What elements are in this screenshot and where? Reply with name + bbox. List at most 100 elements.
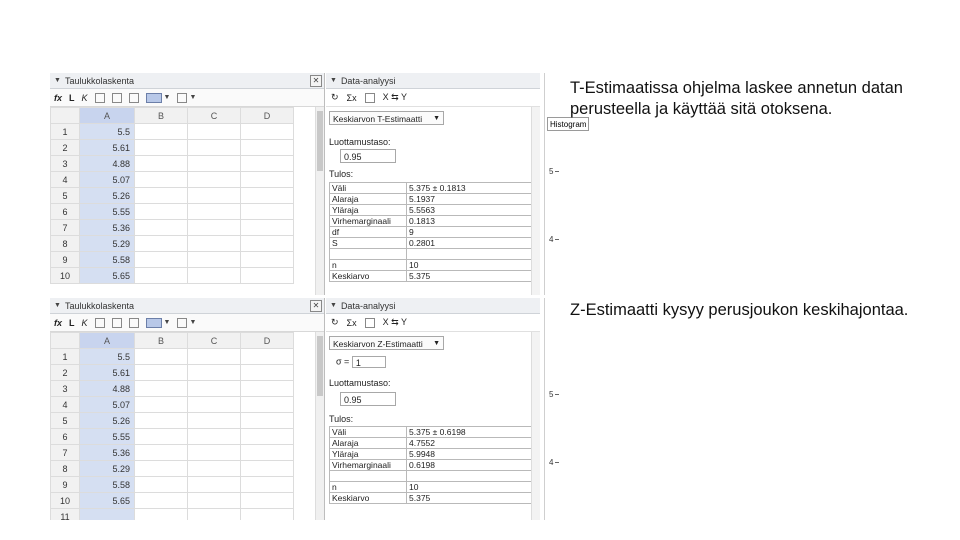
cell-a[interactable]: 4.88	[79, 380, 135, 397]
cell[interactable]	[134, 187, 188, 204]
collapse-triangle-icon[interactable]: ▼	[330, 302, 337, 309]
cell[interactable]	[134, 380, 188, 397]
spreadsheet-grid[interactable]: A B C D 1 5.5 2 5.61 3 4.88 4 5.07 5 5.26 6 5.…	[50, 332, 294, 520]
refresh-icon[interactable]: ↻	[331, 317, 339, 328]
spreadsheet-scrollbar[interactable]	[315, 107, 324, 295]
column-header[interactable]: D	[240, 332, 294, 349]
cell[interactable]	[134, 203, 188, 220]
cell[interactable]	[134, 492, 188, 509]
spreadsheet-grid[interactable]: A B C D 1 5.5 2 5.61 3 4.88 4 5.07 5 5.26 6 5.…	[50, 107, 294, 284]
row-header[interactable]: 10	[50, 267, 80, 284]
data-analysis-titlebar[interactable]: ▼ Data-analyysi	[326, 298, 540, 314]
close-icon[interactable]: ✕	[310, 300, 322, 312]
cell-a[interactable]: 5.5	[79, 123, 135, 140]
cell[interactable]	[187, 412, 241, 429]
row-header[interactable]: 2	[50, 139, 80, 156]
cell[interactable]	[187, 219, 241, 236]
row-header[interactable]: 7	[50, 219, 80, 236]
cell[interactable]	[187, 476, 241, 493]
cell-a[interactable]: 5.36	[79, 219, 135, 236]
swap-xy-button[interactable]: X ⇆ Y	[383, 92, 407, 103]
cell[interactable]	[240, 235, 294, 252]
cell-a[interactable]: 5.26	[79, 187, 135, 204]
cell[interactable]	[240, 219, 294, 236]
sigma-input[interactable]: 1	[351, 356, 386, 368]
spreadsheet-titlebar[interactable]: ▼ Taulukkolaskenta	[50, 73, 324, 89]
data-analysis-scrollbar[interactable]	[531, 332, 540, 520]
cell[interactable]	[240, 444, 294, 461]
scroll-thumb[interactable]	[317, 111, 323, 171]
cell[interactable]	[187, 251, 241, 268]
cell-a[interactable]: 5.5	[79, 348, 135, 365]
cell-a[interactable]: 5.55	[79, 428, 135, 445]
column-header[interactable]: C	[187, 107, 241, 124]
cell-a[interactable]: 5.29	[79, 460, 135, 477]
cell[interactable]	[187, 444, 241, 461]
cell[interactable]	[134, 139, 188, 156]
cell[interactable]	[187, 267, 241, 284]
confidence-input[interactable]: 0.95	[340, 149, 396, 163]
row-header[interactable]: 4	[50, 171, 80, 188]
spreadsheet-scrollbar[interactable]	[315, 332, 324, 520]
cell[interactable]	[187, 492, 241, 509]
cell[interactable]	[187, 348, 241, 365]
align-center-icon[interactable]	[111, 317, 122, 328]
confidence-input[interactable]: 0.95	[340, 392, 396, 406]
statistics-button[interactable]: Σx	[347, 93, 357, 103]
collapse-triangle-icon[interactable]: ▼	[54, 302, 61, 309]
chevron-down-icon[interactable]: ▼	[189, 319, 196, 326]
align-left-icon[interactable]	[94, 92, 105, 103]
cell[interactable]	[187, 428, 241, 445]
swap-xy-button[interactable]: X ⇆ Y	[383, 317, 407, 328]
data-analysis-titlebar[interactable]: ▼ Data-analyysi	[326, 73, 540, 89]
data-table-icon[interactable]	[364, 92, 375, 103]
close-icon[interactable]: ✕	[310, 75, 322, 87]
row-header[interactable]: 5	[50, 412, 80, 429]
row-header[interactable]: 2	[50, 364, 80, 381]
cell-a[interactable]: 5.61	[79, 364, 135, 381]
row-header[interactable]: 6	[50, 428, 80, 445]
cell-a[interactable]: 5.07	[79, 396, 135, 413]
column-header[interactable]: D	[240, 107, 294, 124]
cell[interactable]	[134, 444, 188, 461]
cell[interactable]	[134, 428, 188, 445]
cell[interactable]	[240, 380, 294, 397]
border-icon[interactable]	[177, 317, 188, 328]
cell[interactable]	[134, 476, 188, 493]
column-header[interactable]: B	[134, 332, 188, 349]
italic-button[interactable]: K	[82, 318, 88, 328]
cell-a[interactable]: 5.65	[79, 492, 135, 509]
cell[interactable]	[240, 267, 294, 284]
row-header[interactable]: 5	[50, 187, 80, 204]
cell[interactable]	[187, 460, 241, 477]
background-color-icon[interactable]	[145, 317, 162, 328]
row-header[interactable]: 1	[50, 348, 80, 365]
cell[interactable]	[187, 171, 241, 188]
cell[interactable]	[187, 123, 241, 140]
cell[interactable]	[240, 171, 294, 188]
method-select[interactable]: Keskiarvon Z-Estimaatti ▼	[329, 336, 444, 350]
align-left-icon[interactable]	[94, 317, 105, 328]
cell[interactable]	[134, 251, 188, 268]
refresh-icon[interactable]: ↻	[331, 92, 339, 103]
data-analysis-scrollbar[interactable]	[531, 107, 540, 295]
collapse-triangle-icon[interactable]: ▼	[330, 77, 337, 84]
chevron-down-icon[interactable]: ▼	[164, 319, 171, 326]
cell-a[interactable]: 5.58	[79, 476, 135, 493]
cell[interactable]	[240, 364, 294, 381]
cell[interactable]	[187, 380, 241, 397]
cell[interactable]	[187, 235, 241, 252]
cell[interactable]	[187, 203, 241, 220]
cell[interactable]	[134, 396, 188, 413]
cell-a[interactable]: 5.61	[79, 139, 135, 156]
fx-button[interactable]: fx	[54, 318, 62, 328]
italic-button[interactable]: K	[82, 93, 88, 103]
chevron-down-icon[interactable]: ▼	[164, 94, 171, 101]
bold-button[interactable]: L	[69, 318, 75, 328]
cell[interactable]	[187, 155, 241, 172]
fx-button[interactable]: fx	[54, 93, 62, 103]
column-header[interactable]: C	[187, 332, 241, 349]
cell[interactable]	[134, 460, 188, 477]
cell[interactable]	[240, 396, 294, 413]
cell[interactable]	[240, 428, 294, 445]
